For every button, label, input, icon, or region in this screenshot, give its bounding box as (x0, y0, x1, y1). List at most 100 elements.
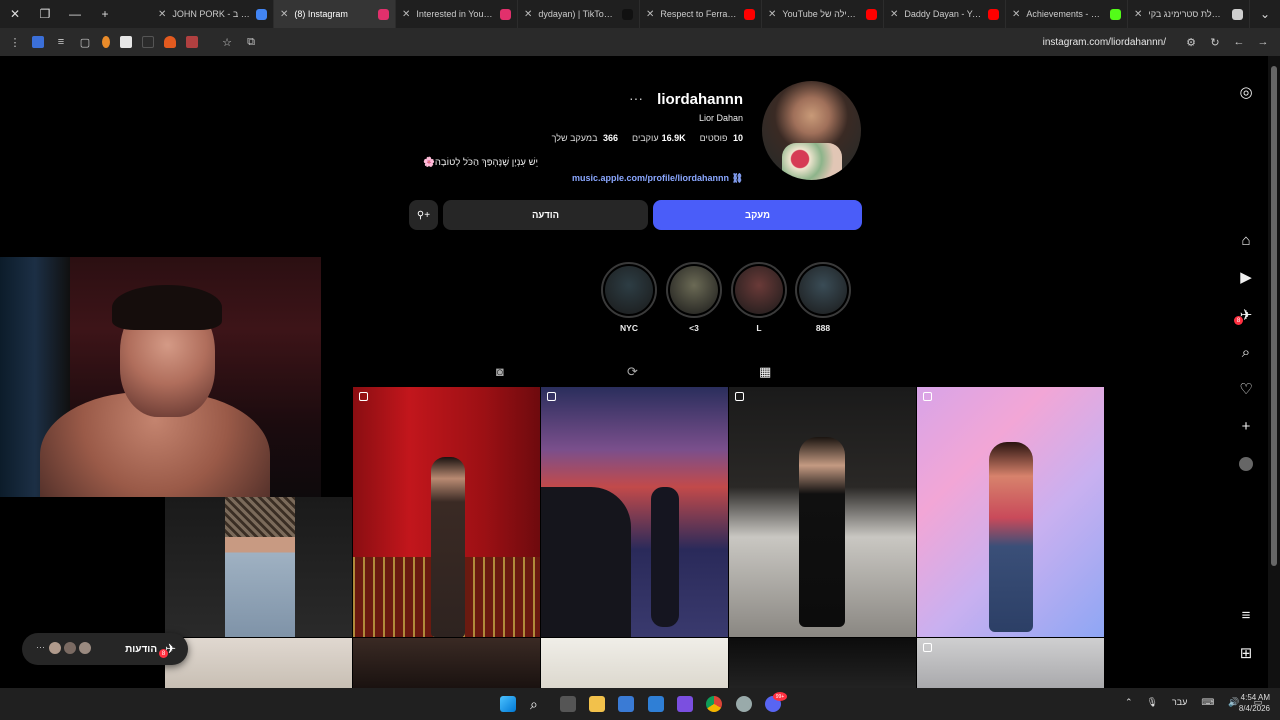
reload-icon[interactable]: ↻ (1208, 35, 1222, 49)
cast-icon[interactable]: ⧉ (244, 35, 258, 49)
back-icon[interactable]: ← (1232, 35, 1246, 49)
followers-stat[interactable]: 16.9Kעוקבים (632, 133, 686, 143)
highlight-label: 888 (815, 323, 831, 333)
reels-icon[interactable]: ▶ (1236, 267, 1256, 287)
highlight-cover (735, 266, 783, 314)
bookmark-star-icon[interactable]: ☆ (220, 35, 234, 49)
messages-pill[interactable]: ··· הודעות ✈ 8 (22, 633, 188, 665)
microphone-icon[interactable]: 🎙 (1147, 697, 1158, 708)
address-bar[interactable]: instagram.com/liordahannn/ (1043, 37, 1166, 48)
extension-icon[interactable]: ≡ (54, 35, 68, 49)
new-tab-icon[interactable]: + (90, 0, 120, 28)
browser-tab[interactable]: ✕ JOHN PORK - ריוש ב (152, 0, 274, 28)
close-tab-icon[interactable]: ✕ (1012, 9, 1020, 20)
home-icon[interactable]: ⌂ (1236, 230, 1256, 250)
story-highlight[interactable]: 888 (795, 262, 851, 333)
close-window-icon[interactable]: ✕ (0, 0, 30, 28)
messages-label: הודעות (125, 643, 158, 655)
browser-tab[interactable]: ✕ Respect to Ferran Tor (640, 0, 762, 28)
windows-start-icon[interactable] (500, 696, 516, 712)
browser-tab[interactable]: ✕ Achievements - Kick (1006, 0, 1128, 28)
follow-button[interactable]: מעקב (653, 200, 862, 230)
tab-search-icon[interactable]: ⌄ (1250, 0, 1280, 28)
close-tab-icon[interactable]: ✕ (524, 9, 532, 20)
close-tab-icon[interactable]: ✕ (280, 9, 288, 20)
chrome-icon[interactable] (706, 696, 722, 712)
extension-icon[interactable] (102, 36, 110, 48)
highlight-cover (605, 266, 653, 314)
person-plus-icon[interactable]: ⚲+ (409, 200, 438, 230)
site-settings-icon[interactable]: ⚙ (1184, 35, 1198, 49)
extension-icon[interactable] (186, 36, 198, 48)
extension-icon[interactable] (164, 36, 176, 48)
close-tab-icon[interactable]: ✕ (158, 9, 166, 20)
browser-tab[interactable]: ✕ (8) Instagram (274, 0, 396, 28)
search-icon[interactable]: ⌕ (530, 696, 546, 712)
favicon-icon (256, 8, 267, 20)
minimize-window-icon[interactable]: — (60, 0, 90, 28)
store-icon[interactable] (618, 696, 634, 712)
app-icon[interactable] (736, 696, 752, 712)
close-tab-icon[interactable]: ✕ (402, 9, 410, 20)
post-tile[interactable] (165, 497, 352, 637)
post-tile[interactable] (165, 638, 352, 688)
post-tile[interactable] (541, 387, 728, 637)
instagram-icon[interactable]: ◎ (1236, 82, 1256, 102)
network-icon[interactable]: ⌨ (1201, 697, 1214, 708)
puzzle-icon[interactable]: ▢ (78, 35, 92, 49)
app-icon[interactable] (677, 696, 693, 712)
post-tile[interactable] (353, 387, 540, 637)
highlight-label: <3 (689, 323, 699, 333)
search-icon[interactable]: ⌕ (1236, 342, 1256, 362)
browser-tab[interactable]: ✕ dydayan) | TikTok(65) (518, 0, 640, 28)
following-stat[interactable]: 366 במעקב שלך (552, 133, 618, 143)
browser-tab[interactable]: ✕ YouTube הקהילה של (762, 0, 884, 28)
extension-icon[interactable] (142, 36, 154, 48)
menu-icon[interactable]: ≡ (1236, 605, 1256, 625)
message-button[interactable]: הודעה (443, 200, 648, 230)
grid-icon[interactable]: ▦ (759, 364, 772, 388)
profile-link[interactable]: music.apple.com/profile/liordahannn ⛓ (572, 173, 743, 184)
task-view-icon[interactable] (560, 696, 576, 712)
messages-icon[interactable]: ✈ 8 (1234, 305, 1256, 325)
chevron-up-icon[interactable]: ⌃ (1125, 697, 1133, 708)
profile-icon[interactable] (1236, 454, 1256, 474)
close-tab-icon[interactable]: ✕ (890, 9, 898, 20)
browser-tab[interactable]: ✕ Daddy Dayan - YouTu (884, 0, 1006, 28)
post-tile[interactable] (353, 638, 540, 688)
clock[interactable]: 4:54 AM 8/4/2026 (1239, 692, 1270, 714)
post-tile[interactable] (729, 387, 916, 637)
discord-icon[interactable]: 99+ (765, 692, 787, 712)
restore-window-icon[interactable]: ❐ (30, 0, 60, 28)
story-highlight[interactable]: L (731, 262, 787, 333)
options-more-icon[interactable]: ··· (629, 90, 643, 106)
language-indicator[interactable]: עבר (1172, 697, 1187, 708)
profile-avatar[interactable] (762, 81, 861, 180)
close-tab-icon[interactable]: ✕ (646, 9, 654, 20)
forward-icon[interactable]: → (1256, 35, 1270, 49)
apps-icon[interactable]: ⊞ (1236, 643, 1256, 663)
browser-tab[interactable]: ✕ Interested in You (11 (396, 0, 518, 28)
photos-icon[interactable] (648, 696, 664, 712)
story-highlight[interactable]: NYC (601, 262, 657, 333)
post-tile[interactable] (917, 387, 1104, 637)
tagged-icon[interactable]: ◙ (496, 364, 504, 379)
extension-icon[interactable] (120, 36, 132, 48)
date: 8/4/2026 (1238, 704, 1270, 713)
menu-dots-icon[interactable]: ⋮ (8, 35, 22, 49)
extension-icon[interactable] (32, 36, 44, 48)
discord-badge: 99+ (773, 692, 787, 701)
reels-icon[interactable]: ⟳ (627, 364, 638, 380)
post-tile[interactable] (541, 638, 728, 688)
notifications-icon[interactable]: ♡ (1236, 379, 1256, 399)
story-highlight[interactable]: <3 (666, 262, 722, 333)
post-tile[interactable] (729, 638, 916, 688)
posts-stat[interactable]: 10 פוסטים (700, 133, 743, 143)
close-tab-icon[interactable]: ✕ (1134, 9, 1142, 20)
post-tile[interactable] (917, 638, 1104, 688)
close-tab-icon[interactable]: ✕ (768, 9, 776, 20)
scrollbar-thumb[interactable] (1271, 66, 1277, 566)
file-explorer-icon[interactable] (589, 696, 605, 712)
create-icon[interactable]: + (1236, 416, 1256, 436)
browser-tab[interactable]: ✕ התחלת סטרימינג בקי (1128, 0, 1250, 28)
